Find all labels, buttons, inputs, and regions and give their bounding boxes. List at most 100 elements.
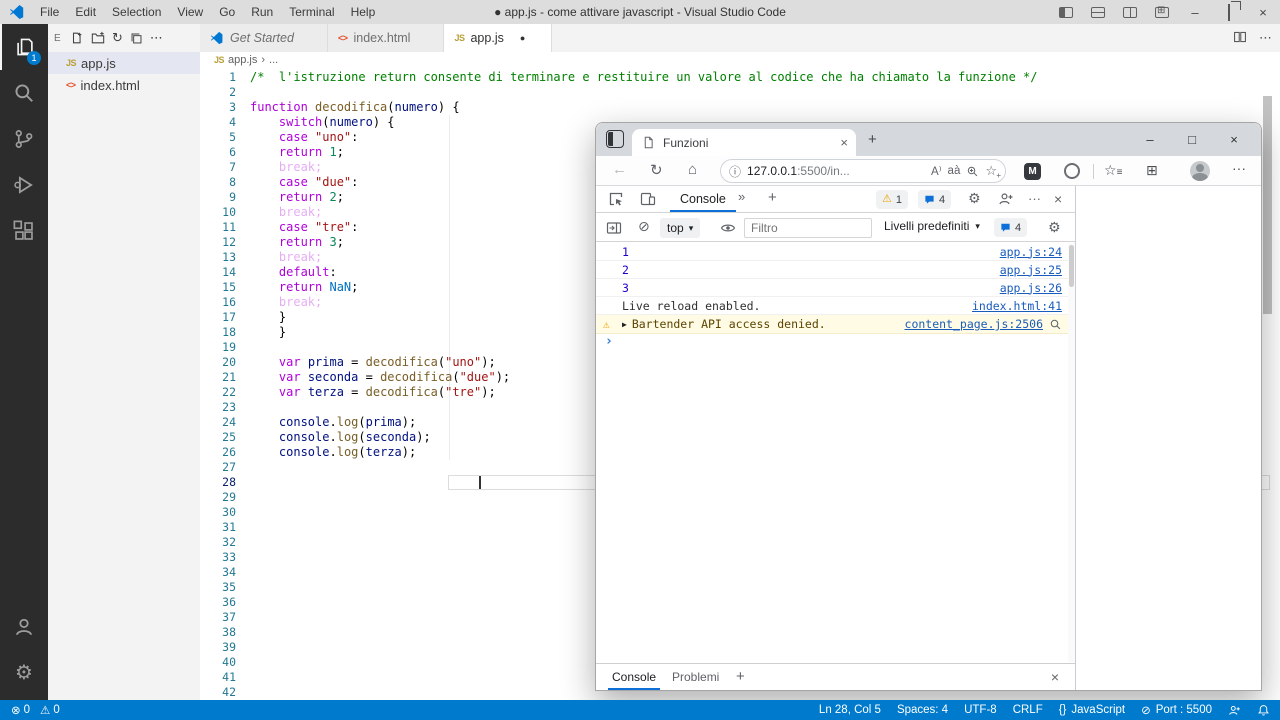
menu-terminal[interactable]: Terminal bbox=[282, 3, 341, 21]
console-message[interactable]: 3app.js:26 bbox=[596, 279, 1068, 297]
drawer-add-icon[interactable]: + bbox=[732, 664, 749, 690]
refresh-icon[interactable]: ↻ bbox=[650, 161, 663, 179]
device-emulation-icon[interactable] bbox=[640, 191, 656, 207]
notifications-bell-icon[interactable] bbox=[1257, 704, 1270, 717]
feedback-icon[interactable] bbox=[1228, 704, 1241, 717]
messages-badge[interactable]: 4 bbox=[918, 190, 951, 209]
menu-edit[interactable]: Edit bbox=[68, 3, 103, 21]
status-crlf[interactable]: CRLF bbox=[1013, 704, 1043, 716]
extension-m-icon[interactable]: M bbox=[1024, 163, 1041, 180]
clear-console-icon[interactable]: ⊘ bbox=[638, 218, 650, 235]
console-message[interactable]: ⚠▶Bartender API access denied.content_pa… bbox=[596, 315, 1068, 334]
browser-tab[interactable]: Funzioni × bbox=[632, 129, 856, 156]
source-link[interactable]: content_page.js:2506 bbox=[905, 317, 1043, 331]
restore-button[interactable] bbox=[1212, 5, 1246, 20]
zoom-icon[interactable] bbox=[966, 165, 979, 178]
activity-run-debug[interactable] bbox=[0, 162, 48, 208]
add-favorite-icon[interactable]: ☆ bbox=[985, 163, 997, 179]
site-info-icon[interactable]: ⓘ bbox=[729, 163, 741, 180]
filter-input[interactable] bbox=[744, 218, 872, 238]
menu-run[interactable]: Run bbox=[244, 3, 280, 21]
more-panels-icon[interactable]: » bbox=[738, 189, 745, 204]
activity-account[interactable] bbox=[0, 604, 48, 650]
back-icon[interactable]: ← bbox=[612, 161, 627, 178]
devtools-close-icon[interactable]: × bbox=[1054, 191, 1062, 207]
activity-extensions[interactable] bbox=[0, 208, 48, 254]
profile-avatar[interactable] bbox=[1190, 161, 1210, 181]
code-line[interactable]: 2 bbox=[200, 85, 1280, 100]
source-link[interactable]: index.html:41 bbox=[972, 299, 1062, 313]
console-message[interactable]: 2app.js:25 bbox=[596, 261, 1068, 279]
status-javascript[interactable]: {}JavaScript bbox=[1059, 704, 1125, 716]
console-messages-badge[interactable]: 4 bbox=[994, 218, 1027, 237]
browser-page-content[interactable] bbox=[1077, 186, 1261, 690]
devtools-more-icon[interactable]: ··· bbox=[1028, 191, 1041, 206]
status-error[interactable]: ⊗0 bbox=[8, 703, 33, 717]
editor-more-icon[interactable]: ⋯ bbox=[1259, 30, 1272, 46]
collapse-folders-icon[interactable] bbox=[130, 32, 143, 45]
breadcrumb-file[interactable]: app.js bbox=[228, 54, 257, 66]
customize-layout-icon[interactable] bbox=[1155, 7, 1169, 18]
vertical-tabs-icon[interactable] bbox=[606, 130, 624, 148]
favorites-icon[interactable]: ☆≡ bbox=[1104, 162, 1122, 179]
translate-icon[interactable]: aà bbox=[948, 165, 961, 177]
home-icon[interactable]: ⌂ bbox=[688, 161, 697, 178]
console-settings-icon[interactable]: ⚙ bbox=[1048, 220, 1061, 234]
collections-icon[interactable]: ⊞ bbox=[1146, 162, 1158, 179]
console-message[interactable]: Live reload enabled.index.html:41 bbox=[596, 297, 1068, 315]
file-item-index.html[interactable]: <>index.html bbox=[48, 74, 200, 96]
drawer-tab-console[interactable]: Console bbox=[608, 664, 660, 690]
activity-search[interactable] bbox=[0, 70, 48, 116]
toggle-sidebar-icon[interactable] bbox=[1059, 7, 1073, 18]
code-line[interactable]: 1/* l'istruzione return consente di term… bbox=[200, 70, 1280, 85]
drawer-tab-problemi[interactable]: Problemi bbox=[668, 664, 723, 690]
status-utf-8[interactable]: UTF-8 bbox=[964, 704, 997, 716]
extension-icon[interactable] bbox=[1064, 163, 1080, 179]
status-ln-28-col-5[interactable]: Ln 28, Col 5 bbox=[819, 704, 881, 716]
console-message[interactable]: 1app.js:24 bbox=[596, 243, 1068, 261]
breadcrumb-more[interactable]: ... bbox=[269, 54, 278, 66]
activity-source-control[interactable] bbox=[0, 116, 48, 162]
menu-selection[interactable]: Selection bbox=[105, 3, 168, 21]
tab-close-icon[interactable]: × bbox=[840, 135, 848, 150]
menu-view[interactable]: View bbox=[170, 3, 210, 21]
toggle-secondary-sidebar-icon[interactable] bbox=[1123, 7, 1137, 18]
address-bar[interactable]: ⓘ 127.0.0.1:5500/in... A⁾ aà ☆ bbox=[720, 159, 1006, 183]
editor-scrollbar[interactable] bbox=[1263, 96, 1272, 314]
browser-minimize-button[interactable]: – bbox=[1129, 132, 1171, 147]
drawer-close-icon[interactable]: × bbox=[1047, 664, 1063, 690]
expand-icon[interactable]: ▶ bbox=[622, 320, 627, 329]
url-text[interactable]: 127.0.0.1:5500/in... bbox=[747, 164, 925, 178]
explorer-more-icon[interactable]: ⋯ bbox=[150, 30, 163, 46]
warnings-badge[interactable]: ⚠ 1 bbox=[876, 190, 908, 209]
add-panel-icon[interactable]: + bbox=[768, 189, 777, 206]
menu-go[interactable]: Go bbox=[212, 3, 242, 21]
source-link[interactable]: app.js:24 bbox=[1000, 245, 1062, 259]
live-expression-icon[interactable] bbox=[720, 220, 736, 236]
modified-dot-icon[interactable]: ● bbox=[520, 33, 525, 43]
new-tab-icon[interactable]: + bbox=[868, 131, 877, 148]
log-levels-dropdown[interactable]: Livelli predefiniti ▾ bbox=[884, 219, 980, 233]
status-spaces-4[interactable]: Spaces: 4 bbox=[897, 704, 948, 716]
new-folder-icon[interactable] bbox=[91, 31, 105, 45]
console-prompt[interactable]: › bbox=[596, 334, 1068, 352]
code-line[interactable]: 3function decodifica(numero) { bbox=[200, 100, 1280, 115]
tab-index-html[interactable]: <>index.html× bbox=[328, 24, 445, 52]
devtools-scrollbar[interactable] bbox=[1068, 243, 1075, 662]
new-file-icon[interactable] bbox=[70, 31, 84, 45]
console-sidebar-icon[interactable] bbox=[606, 220, 622, 236]
source-link[interactable]: app.js:25 bbox=[1000, 263, 1062, 277]
context-selector[interactable]: top ▾ bbox=[660, 218, 700, 238]
menu-help[interactable]: Help bbox=[344, 3, 383, 21]
browser-close-button[interactable]: × bbox=[1213, 132, 1255, 147]
source-link[interactable]: app.js:26 bbox=[1000, 281, 1062, 295]
search-source-icon[interactable] bbox=[1049, 317, 1062, 331]
inspect-element-icon[interactable] bbox=[608, 191, 624, 207]
activity-settings[interactable]: ⚙ bbox=[0, 650, 48, 696]
browser-menu-icon[interactable]: ··· bbox=[1232, 160, 1246, 176]
status-port-5500[interactable]: ⊘Port : 5500 bbox=[1141, 703, 1212, 717]
refresh-explorer-icon[interactable]: ↻ bbox=[112, 30, 123, 46]
activity-explorer[interactable]: 1 bbox=[0, 24, 48, 70]
close-button[interactable]: × bbox=[1246, 5, 1280, 20]
split-editor-icon[interactable] bbox=[1233, 30, 1247, 44]
